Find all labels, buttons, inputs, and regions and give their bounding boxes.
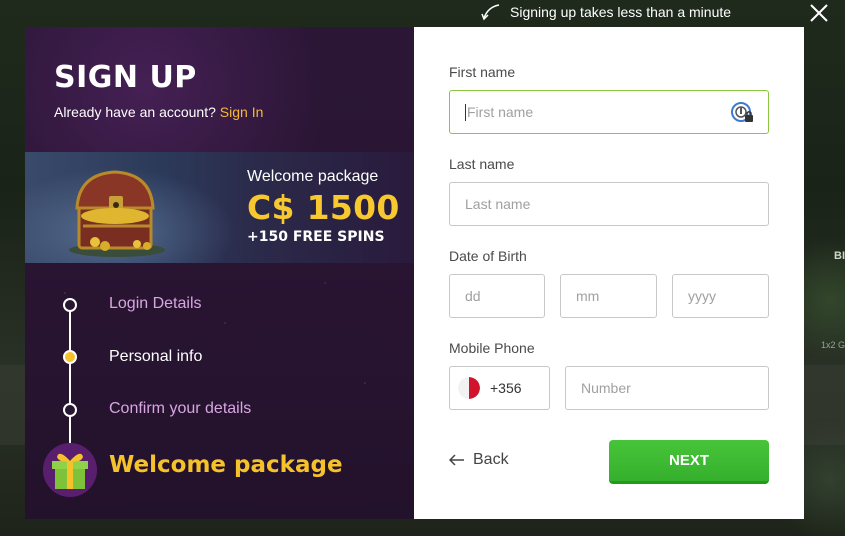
first-name-placeholder: First name xyxy=(467,104,534,120)
backdrop-label: BI xyxy=(834,250,845,262)
back-arrow-icon xyxy=(449,454,464,466)
step-personal-info: Personal info xyxy=(109,348,203,365)
step-login-details: Login Details xyxy=(109,295,202,312)
step-dot-personal xyxy=(63,350,77,364)
password-manager-icon[interactable] xyxy=(730,101,756,125)
mobile-phone-label: Mobile Phone xyxy=(449,340,535,356)
step-confirm-details: Confirm your details xyxy=(109,400,252,417)
welcome-package-label: Welcome package xyxy=(109,452,343,478)
last-name-field[interactable]: Last name xyxy=(449,182,769,226)
dob-year-field[interactable]: yyyy xyxy=(672,274,769,318)
step-dot-confirm xyxy=(63,403,77,417)
signup-form: First name First name Last name Last nam… xyxy=(414,27,804,519)
treasure-chest-icon xyxy=(69,170,165,257)
malta-flag-icon xyxy=(458,377,480,399)
step-dot-login xyxy=(63,298,77,312)
first-name-label: First name xyxy=(449,64,516,80)
welcome-promo-banner: Welcome package C$ 1500 +150 FREE SPINS xyxy=(25,152,414,263)
back-label: Back xyxy=(473,451,509,468)
phone-number-field[interactable]: Number xyxy=(565,366,769,410)
close-icon[interactable] xyxy=(808,2,830,24)
promo-title: Welcome package xyxy=(247,168,379,185)
signin-link[interactable]: Sign In xyxy=(220,104,264,120)
back-button[interactable]: Back xyxy=(449,451,509,469)
dob-day-field[interactable]: dd xyxy=(449,274,545,318)
page-title: SIGN UP xyxy=(54,60,197,95)
account-prompt-text: Already have an account? xyxy=(54,104,216,120)
gift-icon xyxy=(43,443,97,497)
dob-month-placeholder: mm xyxy=(576,288,600,304)
last-name-label: Last name xyxy=(449,156,515,172)
promo-spins: +150 FREE SPINS xyxy=(247,229,385,245)
signup-hint: Signing up takes less than a minute xyxy=(480,2,731,22)
phone-number-placeholder: Number xyxy=(581,380,631,396)
signup-promo-panel: SIGN UP Already have an account? Sign In… xyxy=(25,27,414,519)
next-button[interactable]: NEXT xyxy=(609,440,769,484)
arrow-hint-icon xyxy=(481,4,500,21)
last-name-placeholder: Last name xyxy=(465,196,531,212)
dob-month-field[interactable]: mm xyxy=(560,274,657,318)
first-name-field[interactable]: First name xyxy=(449,90,769,134)
text-caret xyxy=(465,103,466,121)
dob-year-placeholder: yyyy xyxy=(688,288,716,304)
backdrop-small-label: 1x2 G xyxy=(820,340,845,350)
dob-label: Date of Birth xyxy=(449,248,527,264)
hint-text: Signing up takes less than a minute xyxy=(510,4,732,20)
promo-amount: C$ 1500 xyxy=(247,188,400,227)
dob-day-placeholder: dd xyxy=(465,288,481,304)
account-prompt: Already have an account? Sign In xyxy=(54,104,263,120)
steps-line xyxy=(69,305,71,445)
country-code: +356 xyxy=(490,380,522,396)
country-code-select[interactable]: +356 xyxy=(449,366,550,410)
